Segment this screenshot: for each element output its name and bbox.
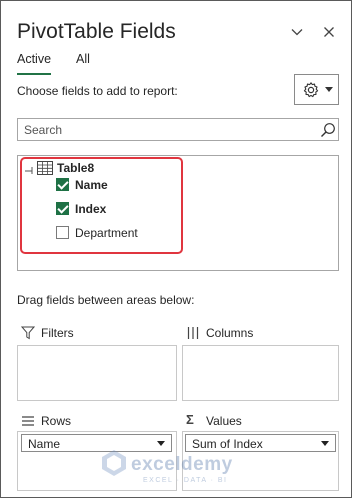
sigma-icon: Σ (186, 412, 194, 427)
close-icon (324, 27, 334, 37)
columns-drop-zone[interactable] (182, 345, 339, 401)
columns-icon (187, 327, 199, 339)
watermark-tagline: EXCEL · DATA · BI (143, 477, 228, 484)
field-settings-button[interactable] (294, 74, 339, 105)
rows-area-header: Rows (17, 409, 177, 433)
watermark-name: exceldemy (131, 454, 233, 475)
rows-field-value: Name (28, 437, 61, 451)
chevron-down-icon (325, 87, 333, 92)
rows-field-dropdown[interactable]: Name (21, 434, 172, 452)
filters-area-header: Filters (17, 321, 177, 345)
pivottable-fields-pane: PivotTable Fields Active All Choose fiel… (0, 0, 352, 498)
values-area-title: Values (206, 414, 242, 428)
filter-icon (21, 326, 35, 340)
highlight-annotation (20, 157, 183, 254)
close-pane-button[interactable] (320, 25, 338, 43)
gear-icon (303, 82, 319, 98)
chevron-down-icon (157, 441, 165, 446)
collapse-pane-button[interactable] (288, 25, 306, 43)
exceldemy-watermark: exceldemy EXCEL · DATA · BI (101, 449, 232, 484)
filters-drop-zone[interactable] (17, 345, 177, 401)
rows-area-title: Rows (41, 414, 72, 428)
exceldemy-logo-icon (102, 450, 126, 476)
search-box (17, 118, 339, 141)
rows-icon (22, 416, 34, 426)
tab-active[interactable]: Active (17, 52, 51, 66)
search-icon[interactable] (320, 122, 336, 138)
active-tab-indicator (17, 73, 51, 75)
drag-fields-label: Drag fields between areas below: (17, 293, 195, 307)
values-field-value: Sum of Index (192, 437, 263, 451)
chevron-down-icon (291, 29, 303, 36)
search-input[interactable] (24, 122, 304, 138)
chevron-down-icon (321, 441, 329, 446)
filters-area-title: Filters (41, 326, 74, 340)
tab-all[interactable]: All (76, 52, 90, 66)
values-field-dropdown[interactable]: Sum of Index (185, 434, 336, 452)
choose-fields-label: Choose fields to add to report: (17, 84, 178, 98)
columns-area-title: Columns (206, 326, 254, 340)
values-area-header: Σ Values (182, 409, 339, 433)
columns-area-header: Columns (182, 321, 339, 345)
pane-title: PivotTable Fields (17, 20, 176, 43)
